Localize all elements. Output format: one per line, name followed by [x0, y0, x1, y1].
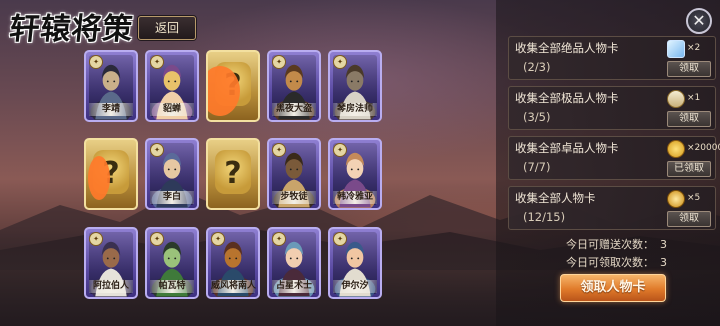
locked-character-card[interactable]: ? [206, 50, 260, 122]
character-name: 阿拉伯人 [89, 280, 133, 293]
crystal-icon [667, 40, 685, 58]
character-card[interactable]: ✦ 阿拉伯人 [84, 227, 138, 299]
reward-progress: (2/3) [523, 60, 551, 74]
claim-character-card-button[interactable]: 领取人物卡 [560, 274, 666, 302]
daily-receive-value: 3 [660, 256, 667, 269]
character-name: 伊尔汐 [333, 280, 377, 293]
reward-progress: (3/5) [523, 110, 551, 124]
reward-row: 收集全部人物卡 (12/15) ×5 领取 [508, 186, 716, 230]
locked-character-card[interactable]: ? [206, 138, 260, 210]
page-title: 轩辕将策 [7, 12, 136, 47]
gold-coins-icon [667, 140, 685, 158]
character-card[interactable]: ✦ 李靖 [84, 50, 138, 122]
claimed-button[interactable]: 已领取 [667, 161, 711, 177]
character-card[interactable]: ✦ 貂蝉 [145, 50, 199, 122]
reward-title: 收集全部人物卡 [515, 191, 596, 205]
redaction-mark [208, 66, 240, 116]
character-card[interactable]: ✦ 威风将南人 [206, 227, 260, 299]
character-card[interactable]: ✦ 步牧徒 [267, 138, 321, 210]
rarity-badge-icon: ✦ [150, 232, 164, 246]
claim-reward-button[interactable]: 领取 [667, 61, 711, 77]
character-name: 李白 [150, 191, 194, 204]
character-card[interactable]: ✦ 伊尔汐 [328, 227, 382, 299]
character-card[interactable]: ✦ 黑夜大盗 [267, 50, 321, 122]
rarity-badge-icon: ✦ [150, 55, 164, 69]
rarity-badge-icon: ✦ [211, 232, 225, 246]
rarity-badge-icon: ✦ [272, 232, 286, 246]
reward-title: 收集全部极品人物卡 [515, 91, 619, 105]
character-card[interactable]: ✦ 占星术士 [267, 227, 321, 299]
reward-title: 收集全部绝品人物卡 [515, 41, 619, 55]
character-name: 韩冷雅亚 [333, 191, 377, 204]
rarity-badge-icon: ✦ [333, 55, 347, 69]
character-card[interactable]: ✦ 琴房法师 [328, 50, 382, 122]
daily-give-value: 3 [660, 238, 667, 251]
character-card[interactable]: ✦ 韩冷雅亚 [328, 138, 382, 210]
reward-count: ×1 [687, 93, 701, 103]
character-name: 黑夜大盗 [272, 103, 316, 116]
reward-row: 收集全部绝品人物卡 (2/3) ×2 领取 [508, 36, 716, 80]
character-name: 威风将南人 [211, 280, 257, 293]
rarity-badge-icon: ✦ [272, 143, 286, 157]
character-name: 帕瓦特 [150, 280, 194, 293]
rarity-badge-icon: ✦ [333, 143, 347, 157]
character-card[interactable]: ✦ 帕瓦特 [145, 227, 199, 299]
rarity-badge-icon: ✦ [89, 55, 103, 69]
reward-progress: (12/15) [523, 210, 566, 224]
character-name: 占星术士 [272, 280, 316, 293]
rarity-badge-icon: ✦ [150, 143, 164, 157]
reward-title: 收集全部卓品人物卡 [515, 141, 619, 155]
daily-give-count: 今日可赠送次数： 3 [566, 236, 667, 252]
rarity-badge-icon: ✦ [89, 232, 103, 246]
rarity-badge-icon: ✦ [272, 55, 286, 69]
claim-reward-button[interactable]: 领取 [667, 111, 711, 127]
gold-medal-icon [667, 190, 685, 208]
back-button[interactable]: 返回 [138, 16, 196, 40]
redaction-mark [88, 156, 110, 200]
daily-give-label: 今日可赠送次数： [566, 238, 654, 251]
character-name: 琴房法师 [333, 103, 377, 116]
character-card[interactable]: ✦ 李白 [145, 138, 199, 210]
rarity-badge-icon: ✦ [333, 232, 347, 246]
reward-row: 收集全部极品人物卡 (3/5) ×1 领取 [508, 86, 716, 130]
reward-count: ×20000 [687, 143, 720, 153]
question-mark-icon: ? [224, 156, 242, 191]
daily-receive-label: 今日可领取次数： [566, 256, 654, 269]
close-icon[interactable]: ✕ [686, 8, 712, 34]
claim-reward-button[interactable]: 领取 [667, 211, 711, 227]
scroll-icon [667, 90, 685, 108]
reward-progress: (7/7) [523, 160, 551, 174]
character-name: 李靖 [89, 103, 133, 116]
character-name: 貂蝉 [150, 103, 194, 116]
reward-row: 收集全部卓品人物卡 (7/7) ×20000 已领取 [508, 136, 720, 180]
character-name: 步牧徒 [272, 191, 316, 204]
reward-count: ×2 [687, 43, 701, 53]
locked-character-card[interactable]: ? [84, 138, 138, 210]
daily-receive-count: 今日可领取次数： 3 [566, 254, 667, 270]
reward-count: ×5 [687, 193, 701, 203]
